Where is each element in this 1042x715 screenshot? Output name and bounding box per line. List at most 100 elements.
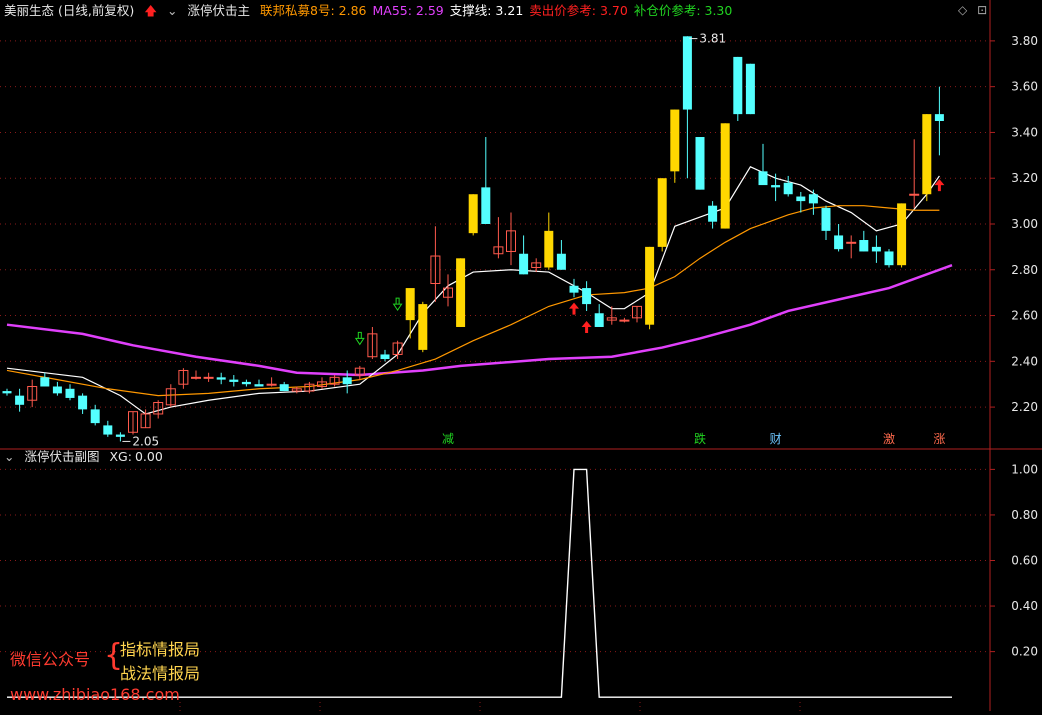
- signal-label: 减: [442, 432, 454, 446]
- candle-body: [191, 376, 201, 379]
- candle-body: [834, 235, 844, 250]
- candle-body: [569, 285, 579, 293]
- watermark-url[interactable]: www.zhibiao168.com: [10, 685, 180, 704]
- candle-body: [884, 251, 894, 266]
- price-annotation: 3.81: [699, 32, 726, 46]
- sub-indicator-name[interactable]: 涨停伏击副图: [24, 449, 99, 464]
- line-MA55: [6, 264, 953, 377]
- candle-body: [544, 230, 554, 268]
- candle-body: [821, 207, 831, 231]
- y-tick-label: 3.80: [1011, 34, 1038, 48]
- candle-body: [2, 391, 12, 394]
- candle-body: [771, 185, 781, 188]
- y-tick-label: 3.20: [1011, 171, 1038, 185]
- signal-label: 跌: [694, 431, 706, 446]
- candle-body: [733, 56, 743, 115]
- candle-body: [909, 193, 920, 196]
- main-indicator-name[interactable]: 涨停伏击主: [188, 3, 251, 18]
- stock-title: 美丽生态 (日线,前复权): [4, 3, 135, 18]
- signal-label: 激: [883, 432, 895, 446]
- watermark-line1: 指标情报局: [120, 640, 201, 659]
- signal-label: 涨: [933, 431, 945, 446]
- y-tick-label: 3.40: [1011, 125, 1038, 139]
- candle-body: [468, 194, 478, 234]
- candle-body: [52, 386, 62, 394]
- candle-body: [216, 377, 226, 380]
- candle-body: [103, 425, 113, 435]
- xg-value: 0.00: [134, 449, 163, 464]
- sub-y-tick-label: 0.40: [1011, 599, 1038, 613]
- up-arrow-icon: 🡅: [144, 3, 158, 18]
- candle-body: [846, 241, 857, 244]
- candle-body: [682, 36, 692, 110]
- sell-arrow-icon: [569, 302, 579, 315]
- candle-body: [796, 196, 806, 202]
- xg-label: XG:: [109, 449, 132, 464]
- candle-body: [254, 384, 264, 387]
- candle-body: [15, 395, 25, 405]
- candle-body: [619, 319, 630, 322]
- candle-body: [708, 205, 718, 222]
- watermark-wechat: 微信公众号: [10, 646, 90, 670]
- chart-stage: 3.80 3.60 3.40 3.20 3.00 2.80 2.60 2.40 2.20 1.00…: [0, 0, 1042, 711]
- candle-body: [229, 379, 239, 382]
- y-tick-label: 3.60: [1011, 80, 1038, 94]
- legend-item: MA55: 2.59: [372, 3, 444, 18]
- candle-body: [657, 178, 667, 247]
- watermark-wechat-label: 微信公众号: [10, 650, 91, 669]
- sub-indicator-dropdown-icon[interactable]: ⌄: [4, 449, 14, 464]
- sub-chart-header: ⌄ 涨停伏击副图 XG: 0.00: [0, 447, 169, 467]
- y-tick-label: 2.40: [1011, 354, 1038, 368]
- candle-body: [380, 354, 390, 360]
- candle-body: [645, 246, 655, 325]
- candle-body: [720, 123, 730, 229]
- legend-item: 支撑线: 3.21: [449, 3, 524, 18]
- indicator-dropdown-icon[interactable]: ⌄: [167, 3, 177, 18]
- window-controls: ◇ ⊡: [958, 3, 987, 17]
- sub-y-tick-label: 1.00: [1011, 462, 1038, 476]
- candle-body: [871, 246, 881, 252]
- candle-body: [40, 377, 50, 387]
- maximize-icon[interactable]: ⊡: [977, 3, 987, 17]
- main-chart-header: 美丽生态 (日线,前复权) 🡅 ⌄ 涨停伏击主 联邦私募8号: 2.86 MA55…: [0, 1, 744, 21]
- candle-body: [203, 376, 214, 379]
- candle-body: [241, 381, 251, 385]
- sell-arrow-icon: [581, 320, 592, 333]
- candle-body: [745, 63, 755, 115]
- candle-body: [481, 187, 491, 224]
- sub-y-tick-label: 0.80: [1011, 508, 1038, 522]
- candle-body: [78, 395, 88, 410]
- legend: 联邦私募8号: 2.86 MA55: 2.59 支撑线: 3.21 卖出价参考: 3.…: [260, 3, 738, 18]
- candle-body: [405, 288, 415, 321]
- candle-body: [90, 409, 100, 424]
- candle-body: [758, 171, 768, 186]
- legend-item: 补仓价参考: 3.30: [633, 3, 733, 18]
- candle-body: [115, 434, 125, 437]
- legend-item: 卖出价参考: 3.70: [529, 3, 628, 18]
- candle-body: [65, 388, 75, 398]
- y-tick-label: 3.00: [1011, 217, 1038, 231]
- y-tick-label: 2.20: [1011, 400, 1038, 414]
- candle-body: [695, 137, 705, 190]
- y-tick-label: 2.60: [1011, 309, 1038, 323]
- candle-body: [922, 114, 932, 195]
- chart-svg: 3.80 3.60 3.40 3.20 3.00 2.80 2.60 2.40 2.20 1.00…: [0, 0, 1042, 711]
- candle-body: [594, 313, 604, 327]
- candle-body: [519, 253, 529, 275]
- candle-body: [556, 253, 566, 270]
- candle-body: [456, 258, 466, 327]
- candle-body: [859, 240, 869, 252]
- candle-body: [342, 377, 352, 385]
- candle-body: [808, 194, 818, 204]
- candle-body: [783, 182, 793, 195]
- sub-y-tick-label: 0.20: [1011, 645, 1038, 659]
- watermark-line2: 战法情报局: [120, 664, 201, 683]
- diamond-icon[interactable]: ◇: [958, 3, 967, 17]
- buy-arrow-icon: [392, 297, 403, 311]
- candle-body: [934, 114, 944, 121]
- candle-body: [582, 288, 592, 305]
- y-tick-label: 2.80: [1011, 263, 1038, 277]
- candle-body: [266, 383, 277, 386]
- candle-body: [670, 109, 680, 172]
- candle-body: [897, 203, 907, 266]
